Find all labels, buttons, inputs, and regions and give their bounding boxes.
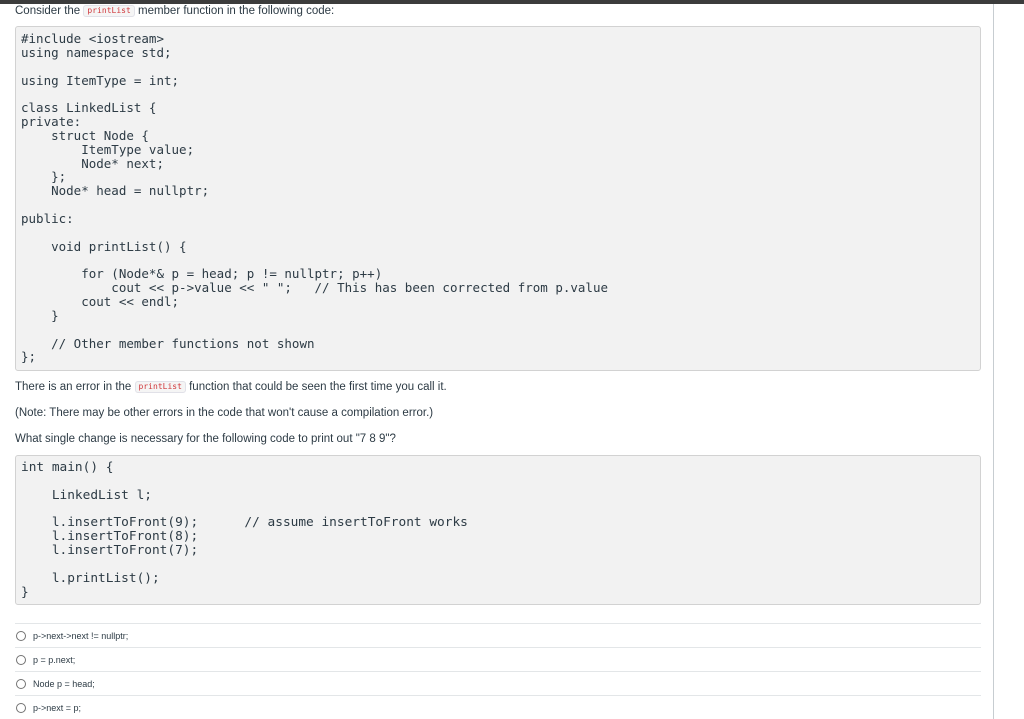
code-block-linkedlist: #include <iostream> using namespace std;…	[15, 26, 981, 371]
radio-button[interactable]	[16, 702, 26, 713]
answer-option[interactable]: p->next = p;	[15, 695, 981, 719]
error-text-after: function that could be seen the first ti…	[189, 381, 447, 393]
intro-text-before: Consider the	[15, 5, 81, 17]
inline-code-printlist-2: printList	[134, 381, 186, 393]
code-block-main: int main() { LinkedList l; l.insertToFro…	[15, 455, 981, 605]
answer-option[interactable]: p = p.next;	[15, 647, 981, 671]
answer-option[interactable]: Node p = head;	[15, 671, 981, 695]
answer-option[interactable]: p->next->next != nullptr;	[15, 623, 981, 647]
answer-options: p->next->next != nullptr; p = p.next; No…	[15, 623, 981, 719]
code-linkedlist: #include <iostream> using namespace std;…	[21, 31, 608, 365]
question-prompt: What single change is necessary for the …	[15, 433, 396, 445]
radio-button[interactable]	[16, 678, 26, 689]
right-divider	[993, 4, 994, 719]
answer-label: p->next = p;	[33, 702, 82, 713]
question-intro: Consider the printList member function i…	[15, 4, 981, 18]
answer-label: Node p = head;	[33, 678, 95, 689]
inline-code-printlist: printList	[83, 5, 135, 17]
radio-button[interactable]	[16, 630, 26, 641]
answer-label: p->next->next != nullptr;	[33, 630, 129, 641]
answer-label: p = p.next;	[33, 654, 76, 665]
question-content: Consider the printList member function i…	[15, 4, 981, 605]
code-main: int main() { LinkedList l; l.insertToFro…	[21, 460, 468, 600]
note-text: (Note: There may be other errors in the …	[15, 407, 434, 419]
radio-button[interactable]	[16, 654, 26, 665]
error-statement: There is an error in the printList funct…	[15, 380, 981, 394]
intro-text-after: member function in the following code:	[137, 5, 335, 17]
error-text-before: There is an error in the	[15, 381, 132, 393]
